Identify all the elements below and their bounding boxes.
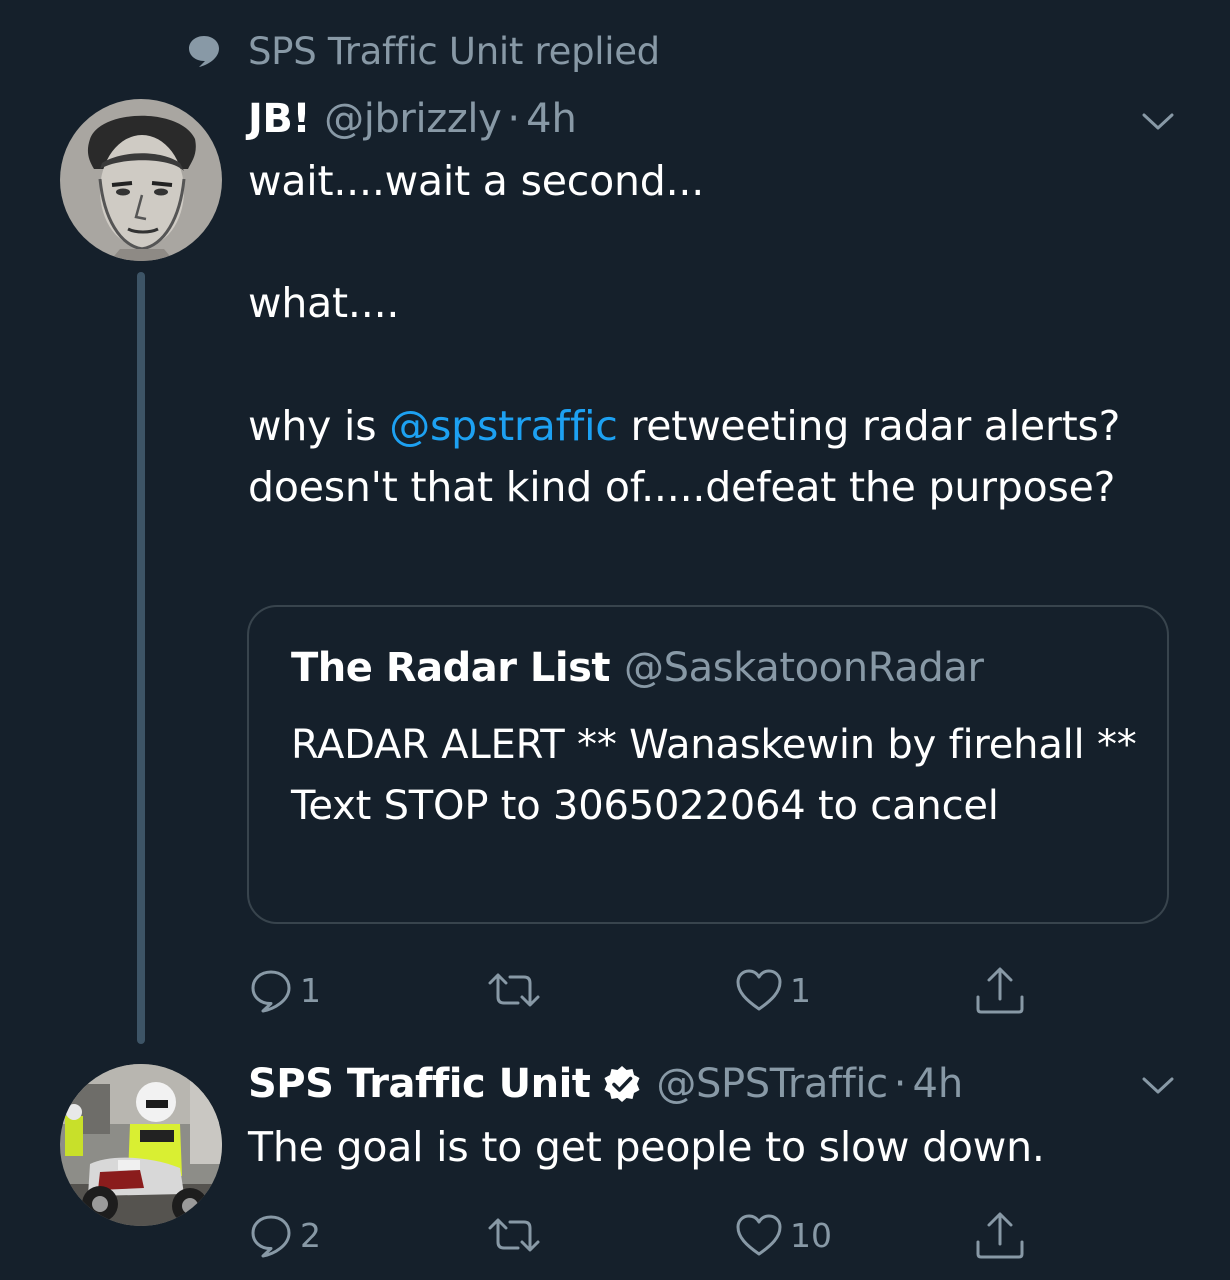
- quoted-tweet-text: RADAR ALERT ** Wanaskewin by firehall **…: [291, 722, 1137, 829]
- quoted-display-name: The Radar List: [291, 645, 611, 691]
- verified-badge-icon: [604, 1066, 640, 1102]
- separator-dot: ·: [893, 1061, 907, 1107]
- separator-dot: ·: [507, 96, 521, 142]
- social-context: SPS Traffic Unit replied: [186, 28, 660, 74]
- social-context-label: SPS Traffic Unit replied: [248, 29, 660, 73]
- tweet-text: The goal is to get people to slow down.: [248, 1123, 1045, 1171]
- reply-button[interactable]: 1: [248, 965, 321, 1015]
- share-icon: [976, 1212, 1024, 1259]
- retweet-icon: [488, 1218, 540, 1252]
- like-count: 10: [790, 1215, 832, 1255]
- display-name[interactable]: SPS Traffic Unit: [248, 1061, 591, 1107]
- reply-button[interactable]: 2: [248, 1210, 321, 1260]
- tweet-header: JB! @jbrizzly · 4h: [248, 91, 577, 147]
- like-count: 1: [790, 970, 811, 1010]
- user-handle[interactable]: @jbrizzly: [324, 96, 502, 142]
- more-options-chevron-icon[interactable]: [1141, 1076, 1175, 1096]
- reply-count: 2: [300, 1215, 321, 1255]
- reply-bubble-icon: [189, 36, 219, 67]
- thread-connector-line: [137, 272, 145, 1044]
- like-button[interactable]: 10: [734, 1210, 832, 1260]
- reply-icon: [251, 1215, 291, 1258]
- tweet-text-paragraph: why is @spstraffic retweeting radar aler…: [248, 396, 1178, 518]
- tweet-action-bar: 1 1: [248, 965, 1048, 1015]
- retweet-icon: [488, 973, 540, 1007]
- timestamp[interactable]: 4h: [526, 96, 577, 142]
- share-icon: [976, 967, 1024, 1014]
- tweet-text-line: what....: [248, 279, 400, 327]
- reply-count: 1: [300, 970, 321, 1010]
- user-handle[interactable]: @SPSTraffic: [656, 1061, 888, 1107]
- share-button[interactable]: [974, 965, 1026, 1015]
- mention-link[interactable]: @spstraffic: [389, 402, 618, 450]
- tweet-action-bar: 2 10: [248, 1210, 1048, 1260]
- reply-icon: [251, 970, 291, 1013]
- retweet-button[interactable]: [486, 1210, 548, 1260]
- like-button[interactable]: 1: [734, 965, 811, 1015]
- display-name[interactable]: JB!: [248, 96, 311, 142]
- quoted-tweet-header: The Radar List @SaskatoonRadar: [291, 639, 984, 697]
- share-button[interactable]: [974, 1210, 1026, 1260]
- tweet-text-line: wait....wait a second...: [248, 157, 705, 205]
- tweet-header: SPS Traffic Unit @SPSTraffic · 4h: [248, 1056, 963, 1112]
- avatar-spstraffic[interactable]: [60, 1064, 222, 1226]
- timestamp[interactable]: 4h: [912, 1061, 963, 1107]
- heart-icon: [736, 1214, 782, 1256]
- avatar-jbrizzly[interactable]: [60, 99, 222, 261]
- heart-icon: [736, 969, 782, 1011]
- more-options-chevron-icon[interactable]: [1141, 112, 1175, 132]
- quoted-tweet[interactable]: The Radar List @SaskatoonRadar RADAR ALE…: [247, 605, 1169, 924]
- retweet-button[interactable]: [486, 965, 548, 1015]
- tweet-text: why is: [248, 402, 390, 450]
- timeline: SPS Traffic Unit replied JB! @jbrizzly ·…: [0, 0, 1230, 1280]
- quoted-user-handle: @SaskatoonRadar: [624, 645, 984, 691]
